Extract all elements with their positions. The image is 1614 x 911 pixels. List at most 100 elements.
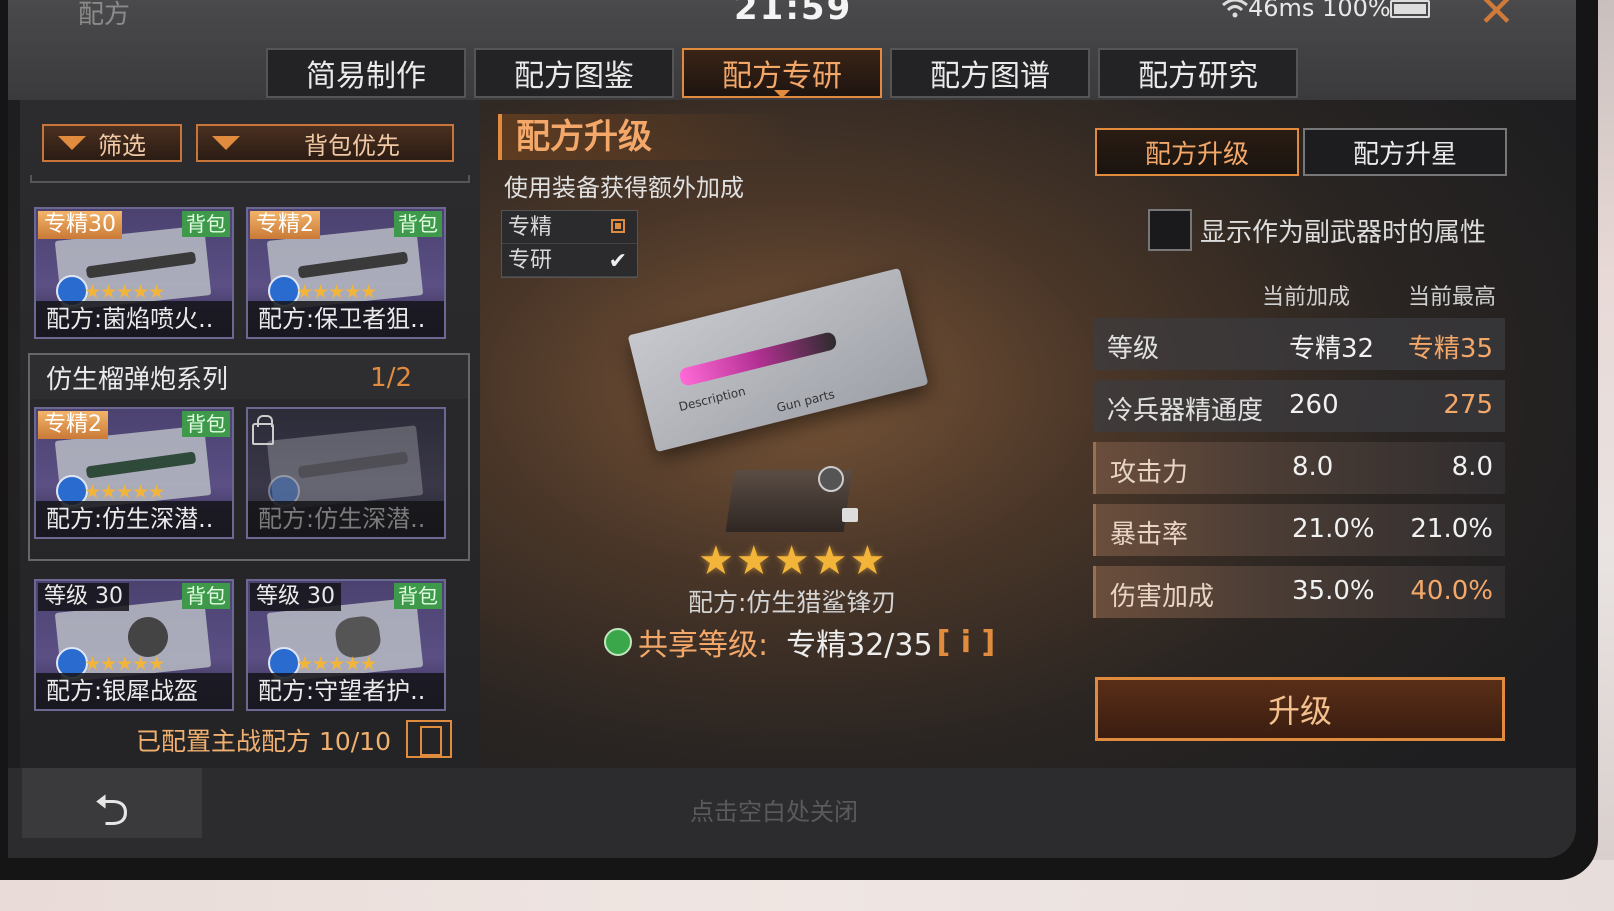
divider <box>30 175 470 183</box>
bag-badge: 背包 <box>182 411 230 437</box>
series-count: 1/2 <box>370 363 412 393</box>
battery-percent: 100% <box>1322 0 1391 22</box>
info-icon[interactable]: [ i ] <box>937 625 996 660</box>
page-title: 配方 <box>78 0 131 30</box>
item-name: 配方:仿生猎鲨锋刃 <box>688 588 897 617</box>
tab-recipe-star-up[interactable]: 配方升星 <box>1303 128 1507 176</box>
stat-current: 8.0 <box>1292 452 1334 482</box>
recipe-name: 配方:银犀战盔 <box>36 673 232 709</box>
star-rating: ★★★★★ <box>698 538 888 584</box>
mode-option-specialize[interactable]: 专精 <box>502 211 637 244</box>
sort-label: 背包优先 <box>304 131 400 160</box>
recipe-card-locked[interactable]: 配方:仿生深潜.. <box>246 407 446 539</box>
shared-level: 共享等级: 专精32/35 [ i ] <box>604 620 995 664</box>
recipe-card[interactable]: ★★★★★ 等级 30 背包 配方:守望者护.. <box>246 579 446 711</box>
bottom-bar: ⮌ 点击空白处关闭 <box>8 768 1576 858</box>
stat-label: 冷兵器精通度 <box>1107 396 1264 426</box>
series-header[interactable]: 仿生榴弹炮系列 1/2 <box>30 355 468 399</box>
tab-recipe-atlas[interactable]: 配方图谱 <box>890 48 1090 98</box>
star-rating: ★★★★★ <box>84 653 165 675</box>
close-hint[interactable]: 点击空白处关闭 <box>690 792 858 827</box>
star-rating: ★★★★★ <box>84 481 165 503</box>
square-marker-icon <box>611 219 625 233</box>
stat-max: 8.0 <box>1451 452 1493 482</box>
recipe-card[interactable]: ★★★★★ 专精2 背包 配方:仿生深潜.. <box>34 407 234 539</box>
shared-level-value: 专精32/35 <box>786 628 933 663</box>
clock: 21:59 <box>734 0 853 28</box>
bag-badge: 背包 <box>182 583 230 609</box>
recipe-name: 配方:仿生深潜.. <box>36 501 232 537</box>
stat-max: 275 <box>1443 390 1493 420</box>
stat-label: 暴击率 <box>1110 520 1189 550</box>
stat-row-level: 等级 专精32 专精35 <box>1093 318 1505 370</box>
bag-badge: 背包 <box>182 211 230 237</box>
star-rating: ★★★★★ <box>296 281 377 303</box>
recipe-name: 配方:保卫者狙.. <box>248 301 444 337</box>
lock-icon <box>842 508 858 522</box>
secondary-weapon-checkbox[interactable] <box>1148 209 1192 251</box>
stat-max: 专精35 <box>1407 334 1493 364</box>
stat-current: 35.0% <box>1292 576 1375 606</box>
filter-button[interactable]: 筛选 <box>42 124 182 162</box>
back-button[interactable]: ⮌ <box>22 768 202 838</box>
share-icon[interactable] <box>818 466 844 492</box>
lock-icon <box>252 415 274 445</box>
stat-max: 40.0% <box>1410 576 1493 606</box>
mode-selector: 专精 专研 ✔ <box>501 210 638 278</box>
recipe-name: 配方:仿生深潜.. <box>248 501 444 537</box>
sort-dropdown[interactable]: 背包优先 <box>196 124 454 162</box>
tab-recipe-upgrade[interactable]: 配方升级 <box>1095 128 1299 176</box>
top-bar: 配方 21:59 46ms 100% ✕ 简易制作 配方图鉴 配方专研 配方图谱… <box>8 0 1576 100</box>
tab-simple-craft[interactable]: 简易制作 <box>266 48 466 98</box>
main-tabs: 简易制作 配方图鉴 配方专研 配方图谱 配方研究 <box>266 48 1298 98</box>
stat-max: 21.0% <box>1410 514 1493 544</box>
stat-label: 等级 <box>1107 334 1160 364</box>
game-screen: 配方 21:59 46ms 100% ✕ 简易制作 配方图鉴 配方专研 配方图谱… <box>8 0 1576 858</box>
upgrade-button[interactable]: 升级 <box>1095 677 1505 741</box>
level-badge: 等级 30 <box>250 583 341 611</box>
stat-row-crit-rate: 暴击率 21.0% 21.0% <box>1093 504 1505 556</box>
tab-recipe-research[interactable]: 配方研究 <box>1098 48 1298 98</box>
bag-badge: 背包 <box>394 583 442 609</box>
level-badge: 等级 30 <box>38 583 129 611</box>
stat-current: 专精32 <box>1289 334 1375 364</box>
chevron-down-icon <box>212 136 240 150</box>
stat-current: 260 <box>1289 390 1339 420</box>
network-status: 46ms 100% <box>1248 0 1391 22</box>
level-badge: 专精30 <box>38 211 122 239</box>
bag-badge: 背包 <box>394 211 442 237</box>
wifi-icon <box>1222 0 1248 18</box>
stat-current: 21.0% <box>1292 514 1375 544</box>
column-header-current: 当前加成 <box>1262 285 1351 310</box>
stat-label: 攻击力 <box>1110 458 1189 488</box>
mode-label: 专精 <box>508 215 553 240</box>
mode-label: 专研 <box>508 248 553 273</box>
recipe-card[interactable]: ★★★★★ 专精30 背包 配方:菌焰喷火.. <box>34 207 234 339</box>
checkbox-label: 显示作为副武器时的属性 <box>1200 218 1487 248</box>
shared-level-label: 共享等级: <box>638 628 769 663</box>
star-rating: ★★★★★ <box>296 653 377 675</box>
chevron-down-icon <box>58 136 86 150</box>
close-icon[interactable]: ✕ <box>1478 0 1515 37</box>
recipe-card[interactable]: ★★★★★ 专精2 背包 配方:保卫者狙.. <box>246 207 446 339</box>
mode-option-research[interactable]: 专研 ✔ <box>502 244 637 277</box>
level-badge: 专精2 <box>38 411 108 439</box>
stat-row-attack: 攻击力 8.0 8.0 <box>1093 442 1505 494</box>
section-title: 配方升级 <box>498 114 798 160</box>
back-arrow-icon: ⮌ <box>94 785 130 836</box>
ping-value: 46ms <box>1248 0 1315 22</box>
share-icon <box>604 628 632 656</box>
column-header-max: 当前最高 <box>1408 285 1497 310</box>
series-title: 仿生榴弹炮系列 <box>46 365 229 395</box>
battery-icon <box>1390 0 1430 18</box>
recipe-name: 配方:菌焰喷火.. <box>36 301 232 337</box>
tab-recipe-catalog[interactable]: 配方图鉴 <box>474 48 674 98</box>
equipped-count: 已配置主战配方 10/10 <box>136 727 391 756</box>
recipe-name: 配方:守望者护.. <box>248 673 444 709</box>
loadout-doc-icon[interactable] <box>406 720 452 758</box>
tab-recipe-specialize[interactable]: 配方专研 <box>682 48 882 98</box>
star-rating: ★★★★★ <box>84 281 165 303</box>
stat-row-melee-mastery: 冷兵器精通度 260 275 <box>1093 380 1505 432</box>
recipe-card[interactable]: ★★★★★ 等级 30 背包 配方:银犀战盔 <box>34 579 234 711</box>
device-frame: 配方 21:59 46ms 100% ✕ 简易制作 配方图鉴 配方专研 配方图谱… <box>0 0 1598 880</box>
